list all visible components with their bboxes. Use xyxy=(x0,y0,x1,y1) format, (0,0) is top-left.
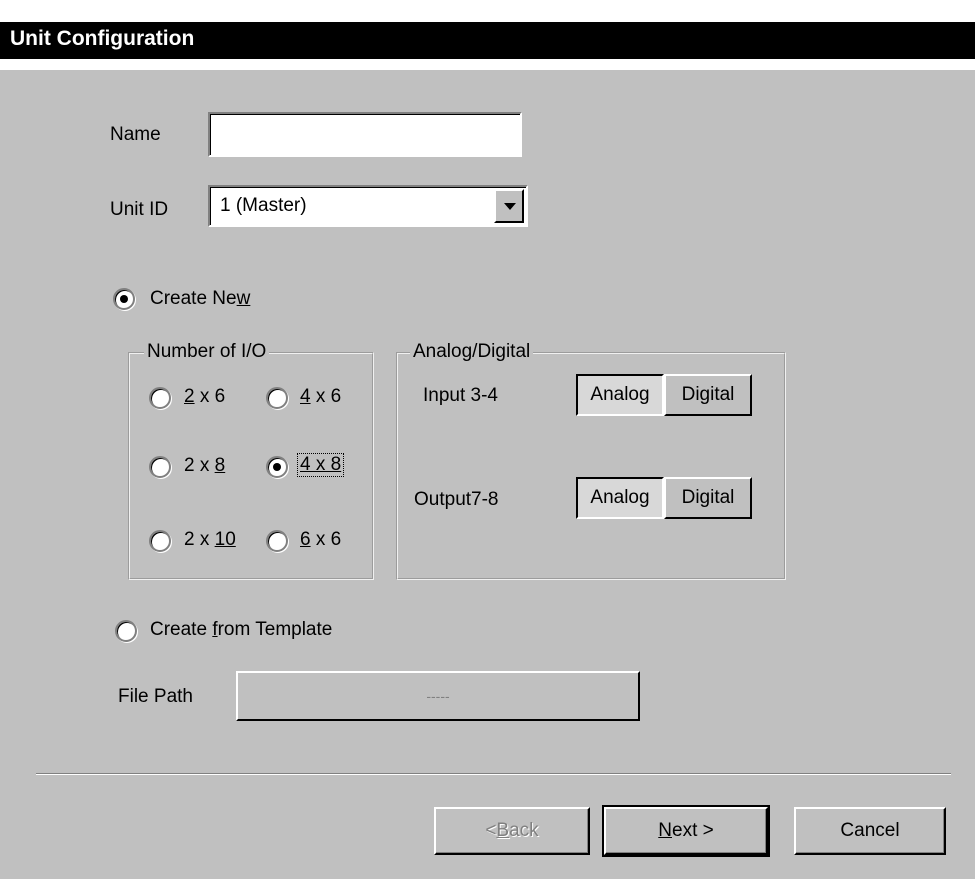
unit-id-label: Unit ID xyxy=(110,199,169,220)
file-path-label: File Path xyxy=(118,686,193,707)
io-radio-6x6[interactable] xyxy=(266,530,288,552)
output-analog-toggle[interactable]: Analog xyxy=(576,477,664,519)
io-radio-2x6[interactable] xyxy=(149,387,171,409)
io-label-4x6[interactable]: 4 x 6 xyxy=(300,386,341,408)
cancel-button[interactable]: Cancel xyxy=(794,807,946,855)
input-digital-toggle[interactable]: Digital xyxy=(664,374,752,416)
chevron-down-icon xyxy=(504,203,516,210)
analog-digital-group-title: Analog/Digital xyxy=(410,341,534,363)
divider xyxy=(36,773,951,775)
create-template-label[interactable]: Create from Template xyxy=(150,619,332,641)
io-group-title: Number of I/O xyxy=(144,341,270,363)
create-new-accel: w xyxy=(236,288,251,309)
io-radio-2x8[interactable] xyxy=(149,456,171,478)
dialog-window: Unit Configuration Name Unit ID 1 (Maste… xyxy=(0,0,975,879)
back-button[interactable]: < Back xyxy=(434,807,590,855)
create-new-radio[interactable] xyxy=(113,288,135,310)
io-label-2x8[interactable]: 2 x 8 xyxy=(184,455,225,477)
io-radio-4x8[interactable] xyxy=(266,456,288,478)
output-digital-toggle[interactable]: Digital xyxy=(664,477,752,519)
create-new-label[interactable]: Create New xyxy=(150,288,250,310)
next-button[interactable]: Next > xyxy=(602,805,770,857)
io-radio-2x10[interactable] xyxy=(149,530,171,552)
unit-id-select[interactable]: 1 (Master) xyxy=(208,185,528,227)
output-7-8-label: Output7-8 xyxy=(414,489,499,510)
window-title: Unit Configuration xyxy=(10,27,195,50)
create-new-label-text: Create Ne xyxy=(150,288,237,309)
name-input[interactable] xyxy=(208,112,522,157)
title-bar: Unit Configuration xyxy=(0,0,975,70)
file-path-button[interactable]: ----- xyxy=(236,671,640,721)
input-analog-toggle[interactable]: Analog xyxy=(576,374,664,416)
unit-id-value: 1 (Master) xyxy=(220,195,307,216)
io-label-4x8[interactable]: 4 x 8 xyxy=(297,453,345,477)
io-label-2x6[interactable]: 2 x 6 xyxy=(184,386,225,408)
io-radio-4x6[interactable] xyxy=(266,387,288,409)
dropdown-button[interactable] xyxy=(494,189,524,223)
input-3-4-label: Input 3-4 xyxy=(423,385,498,406)
create-template-radio[interactable] xyxy=(115,620,137,642)
io-label-6x6[interactable]: 6 x 6 xyxy=(300,529,341,551)
io-label-2x10[interactable]: 2 x 10 xyxy=(184,529,236,551)
name-label: Name xyxy=(110,124,161,145)
